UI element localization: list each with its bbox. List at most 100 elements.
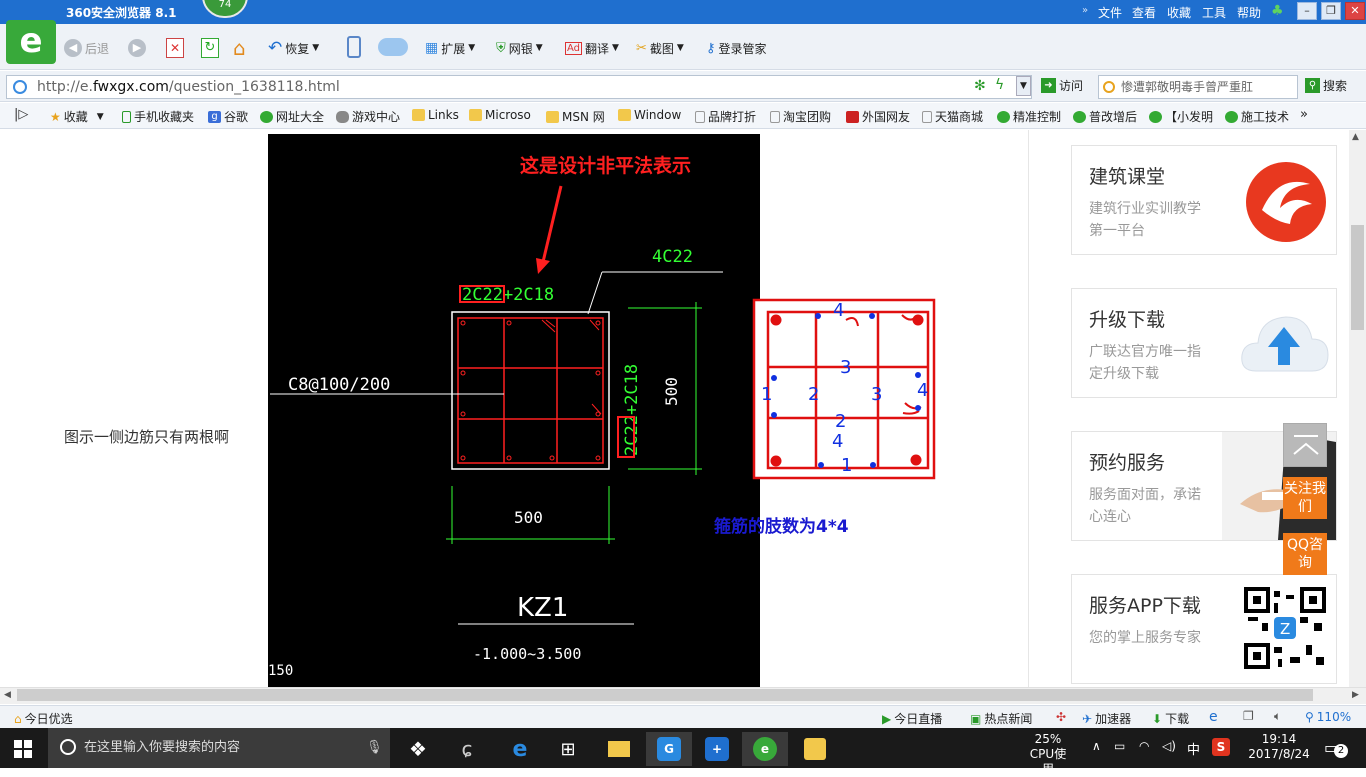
ime-indicator[interactable]: 中 [1187, 739, 1200, 758]
fav-item-tmall[interactable]: 天猫商城 [922, 108, 983, 125]
taskbar-app-browser[interactable]: ɕ [444, 732, 490, 766]
sogou-icon[interactable]: S [1212, 738, 1230, 756]
taskbar-app-glodon[interactable]: G [646, 732, 692, 766]
window-icon[interactable]: ❐ [1243, 709, 1254, 723]
scroll-up-icon[interactable]: ▲ [1352, 132, 1359, 142]
refresh-icon[interactable]: ↻ [201, 38, 219, 58]
battery-icon[interactable]: ▭ [1114, 739, 1125, 753]
taskbar-app-tool[interactable]: + [694, 732, 740, 766]
volume-icon[interactable]: ◁) [1162, 739, 1176, 753]
today-picks-button[interactable]: ⌂ 今日优选 [14, 710, 73, 727]
go-arrow-icon: ➜ [1041, 78, 1056, 93]
qq-consult-button[interactable]: QQ咨询 [1283, 533, 1327, 575]
back-button[interactable]: ◀ 后退 [64, 37, 109, 59]
fav-item-mobile[interactable]: 手机收藏夹 [122, 108, 194, 125]
fav-item-tax[interactable]: 普改增后 [1073, 108, 1137, 125]
label-4c22: 4C22 [652, 247, 693, 267]
chevron-right-icon[interactable]: » [1082, 5, 1088, 16]
vertical-scrollbar[interactable] [1349, 130, 1366, 687]
fav-item-invention[interactable]: 【小发明 [1149, 108, 1213, 125]
menu-view[interactable]: 查看 [1132, 4, 1156, 21]
menu-help[interactable]: 帮助 [1237, 4, 1261, 21]
wifi-icon[interactable]: ◠ [1139, 739, 1149, 753]
vertical-scroll-thumb[interactable] [1351, 225, 1364, 330]
browser-logo[interactable]: e [6, 20, 56, 64]
tool-icon[interactable]: ✣ [1056, 710, 1066, 724]
shirt-icon[interactable]: ♣ [1271, 3, 1284, 19]
notification-badge[interactable]: 74 [202, 0, 248, 18]
hot-news-button[interactable]: ▣ 热点新闻 [970, 710, 1032, 727]
taskbar-app-task-view[interactable]: ❖ [395, 732, 441, 766]
page-icon [770, 110, 780, 123]
windows-start-icon[interactable] [14, 740, 32, 758]
card-upgrade-download[interactable]: 升级下载 广联达官方唯一指定升级下载 [1071, 288, 1337, 398]
cpu-meter[interactable]: 25% CPU使用 [1024, 732, 1072, 777]
taskbar-search-input[interactable]: 在这里输入你要搜索的内容 🎙︎ [48, 728, 390, 768]
fav-item-foreign[interactable]: 外国网友 [846, 108, 910, 125]
fav-item-msn[interactable]: MSN 网 [546, 108, 605, 125]
volume-icon[interactable]: 🔈︎ [1274, 709, 1281, 724]
fav-item-windows[interactable]: Window [618, 108, 681, 122]
horizontal-scroll-thumb[interactable] [17, 689, 1313, 701]
ie-icon[interactable]: e [1209, 709, 1218, 725]
menu-favorites[interactable]: 收藏 [1167, 4, 1191, 21]
corner-text: 150 [268, 663, 293, 679]
phone-icon[interactable] [347, 36, 361, 58]
sidebar-toggle-icon[interactable]: |▷ [14, 107, 28, 122]
url-input[interactable]: http://e.fwxgx.com/question_1638118.html [6, 75, 1032, 99]
fav-item-links[interactable]: Links [412, 108, 459, 122]
fav-item-construction[interactable]: 施工技术 [1225, 108, 1289, 125]
login-manager-button[interactable]: ⚷ 登录管家 [706, 37, 767, 59]
download-button[interactable]: ⬇ 下载 [1152, 710, 1189, 727]
extensions-button[interactable]: ▦ 扩展 ▼ [425, 37, 475, 59]
taskbar-app-explorer[interactable] [596, 732, 642, 766]
url-dropdown-icon[interactable]: ▼ [1016, 76, 1031, 96]
taskbar-app-store[interactable]: ⊞ [545, 732, 591, 766]
card-app-download[interactable]: 服务APP下载 您的掌上服务专家 Z [1071, 574, 1337, 684]
taskbar-app-360[interactable]: e [742, 732, 788, 766]
accelerator-button[interactable]: ✈ 加速器 [1082, 710, 1131, 727]
fav-item-control[interactable]: 精准控制 [997, 108, 1061, 125]
follow-us-button[interactable]: 关注我们 [1283, 477, 1327, 519]
fav-item-collect[interactable]: ★ 收藏 ▼ [50, 108, 104, 125]
card-architecture-class[interactable]: 建筑课堂 建筑行业实训教学第一平台 [1071, 145, 1337, 255]
search-button[interactable]: ⚲ 搜索 [1305, 77, 1347, 94]
lightning-icon[interactable]: ϟ [995, 77, 1004, 93]
back-to-top-button[interactable] [1283, 423, 1327, 467]
scroll-left-icon[interactable]: ◀ [4, 690, 11, 700]
fav-item-brand[interactable]: 品牌打折 [695, 108, 756, 125]
restore-button[interactable]: ❐ [1321, 2, 1341, 20]
minimize-button[interactable]: – [1297, 2, 1317, 20]
fav-item-google[interactable]: g 谷歌 [208, 108, 248, 125]
scroll-right-icon[interactable]: ▶ [1352, 690, 1359, 700]
chat-icon [1149, 110, 1162, 123]
go-button[interactable]: ➜ 访问 [1041, 77, 1083, 94]
tray-expand-icon[interactable]: ∧ [1092, 739, 1101, 753]
forward-icon[interactable]: ▶ [128, 39, 146, 57]
fav-item-taobao[interactable]: 淘宝团购 [770, 108, 831, 125]
home-icon[interactable]: ⌂ [233, 36, 246, 60]
translate-button[interactable]: Ad 翻译 ▼ [565, 37, 619, 59]
more-favorites-icon[interactable]: » [1300, 107, 1308, 122]
fav-item-sites[interactable]: 网址大全 [260, 108, 324, 125]
clock[interactable]: 19:14 2017/8/24 [1244, 732, 1314, 762]
stop-icon[interactable]: ✕ [166, 38, 184, 58]
cloud-icon[interactable] [378, 38, 408, 56]
search-input[interactable]: 惨遭郭敬明毒手曾严重肛 [1098, 75, 1298, 99]
qr-code-icon: Z [1244, 587, 1326, 669]
today-live-button[interactable]: ▶ 今日直播 [882, 710, 942, 727]
menu-file[interactable]: 文件 [1098, 4, 1122, 21]
online-bank-button[interactable]: ⛨ 网银 ▼ [496, 37, 543, 59]
close-button[interactable]: ✕ [1345, 2, 1365, 20]
restore-tab-button[interactable]: ↶ 恢复 ▼ [268, 37, 319, 59]
taskbar-app-edge[interactable]: e [497, 732, 543, 766]
taskbar-app-notes[interactable] [792, 732, 838, 766]
folder-icon [469, 109, 482, 121]
screenshot-button[interactable]: ✂ 截图 ▼ [636, 37, 684, 59]
notification-center-button[interactable]: ▭ 2 [1322, 736, 1350, 760]
fav-item-games[interactable]: 游戏中心 [336, 108, 400, 125]
microphone-icon[interactable]: 🎙︎ [366, 728, 383, 768]
zoom-control[interactable]: ⚲ 110% [1305, 710, 1351, 724]
menu-tools[interactable]: 工具 [1202, 4, 1226, 21]
fav-item-microsoft[interactable]: Microso [469, 108, 531, 122]
